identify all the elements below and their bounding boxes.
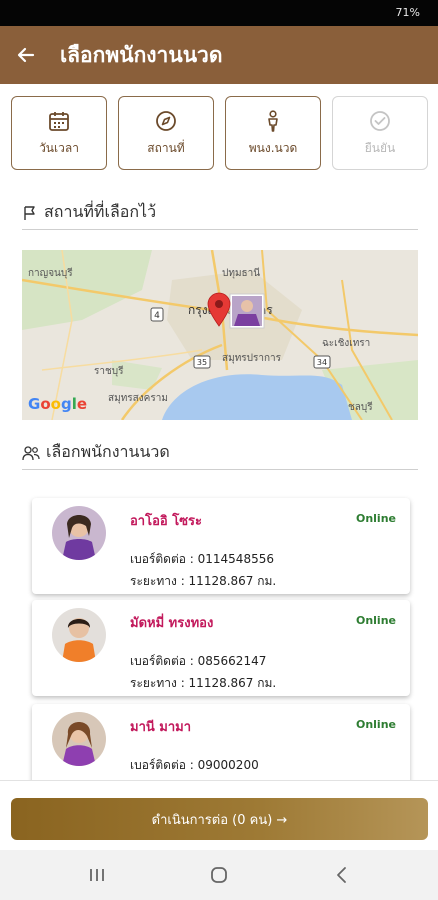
staff-phone: เบอร์ติดต่อ : 0114548556 — [130, 552, 274, 566]
status-badge: Online — [355, 512, 396, 525]
status-badge: Online — [355, 614, 396, 627]
route-label-35: 35 — [197, 358, 207, 367]
svg-text:Google: Google — [28, 395, 87, 413]
map-label-chachoengsao: ฉะเชิงเทรา — [322, 338, 370, 349]
staff-name: อาโออิ โซระ — [130, 514, 203, 529]
step-location-label: สถานที่ — [147, 140, 185, 155]
selected-location-title: สถานที่ที่เลือกไว้ — [44, 202, 157, 221]
staff-map-marker[interactable] — [229, 293, 265, 329]
page-title: เลือกพนักงานนวด — [60, 42, 223, 67]
choose-staff-heading: เลือกพนักงานนวด — [22, 436, 418, 470]
staff-phone: เบอร์ติดต่อ : 09000200 — [130, 758, 259, 772]
route-label-34: 34 — [317, 358, 327, 367]
map-label-kanchanaburi: กาญจนบุรี — [28, 267, 73, 279]
arrow-left-icon — [17, 47, 35, 63]
staff-card[interactable]: อาโออิ โซระ Online เบอร์ติดต่อ : 0114548… — [32, 498, 410, 594]
flag-icon — [24, 205, 35, 220]
map-label-ratchaburi: ราชบุรี — [94, 365, 124, 377]
person-icon — [268, 109, 278, 132]
status-badge: Online — [355, 718, 396, 731]
staff-card[interactable]: มัดหมี่ ทรงทอง Online เบอร์ติดต่อ : 0856… — [32, 600, 410, 696]
calendar-icon — [49, 111, 69, 131]
avatar — [52, 506, 106, 560]
continue-button[interactable]: ดำเนินการต่อ (0 คน) → — [11, 798, 428, 840]
selected-location-heading: สถานที่ที่เลือกไว้ — [22, 196, 418, 230]
people-icon — [22, 445, 40, 460]
map-label-pathumthani: ปทุมธานี — [222, 267, 260, 279]
choose-staff-title: เลือกพนักงานนวด — [46, 442, 170, 461]
booking-steps: วันเวลา สถานที่ พนง.นวด ยืนยัน — [0, 96, 438, 172]
recents-icon — [90, 869, 104, 881]
step-staff[interactable]: พนง.นวด — [225, 96, 321, 170]
staff-card[interactable]: มานี มามา Online เบอร์ติดต่อ : 09000200 — [32, 704, 410, 780]
staff-phone: เบอร์ติดต่อ : 085662147 — [130, 654, 267, 668]
staff-name: มานี มามา — [130, 720, 192, 735]
app-bar: เลือกพนักงานนวด — [0, 26, 438, 84]
map-label-samutprakan: สมุทรปราการ — [222, 353, 282, 364]
compass-icon — [156, 110, 176, 131]
step-staff-label: พนง.นวด — [248, 140, 298, 155]
bottom-panel: ดำเนินการต่อ (0 คน) → — [0, 780, 438, 850]
check-circle-icon — [370, 110, 390, 131]
recents-button[interactable] — [77, 860, 117, 890]
location-map[interactable]: 4 35 34 กาญจนบุรี ปทุมธานี กรุงเทพมหานคร… — [22, 250, 418, 420]
step-location[interactable]: สถานที่ — [118, 96, 214, 170]
system-back-button[interactable] — [322, 860, 362, 890]
status-bar: 71% — [0, 0, 438, 26]
staff-distance: ระยะทาง : 11128.867 กม. — [130, 574, 277, 588]
home-icon — [211, 867, 227, 883]
step-confirm-label: ยืนยัน — [364, 140, 396, 155]
back-icon — [337, 867, 346, 883]
map-label-samutsongkhram: สมุทรสงคราม — [108, 393, 168, 404]
map-label-chonburi: ชลบุรี — [348, 401, 373, 413]
map-canvas: 4 35 34 กาญจนบุรี ปทุมธานี กรุงเทพมหานคร… — [22, 250, 418, 420]
back-button[interactable] — [0, 26, 52, 84]
step-confirm: ยืนยัน — [332, 96, 428, 170]
staff-list[interactable]: อาโออิ โซระ Online เบอร์ติดต่อ : 0114548… — [0, 478, 438, 780]
step-datetime[interactable]: วันเวลา — [11, 96, 107, 170]
google-logo: Google — [28, 395, 87, 413]
route-label-4: 4 — [154, 311, 160, 321]
avatar — [52, 608, 106, 662]
system-nav-bar — [0, 850, 438, 900]
step-datetime-label: วันเวลา — [39, 140, 79, 155]
home-button[interactable] — [199, 860, 239, 890]
staff-distance: ระยะทาง : 11128.867 กม. — [130, 676, 277, 690]
avatar — [52, 712, 106, 766]
battery-level: 71% — [395, 6, 420, 19]
staff-name: มัดหมี่ ทรงทอง — [130, 616, 214, 631]
